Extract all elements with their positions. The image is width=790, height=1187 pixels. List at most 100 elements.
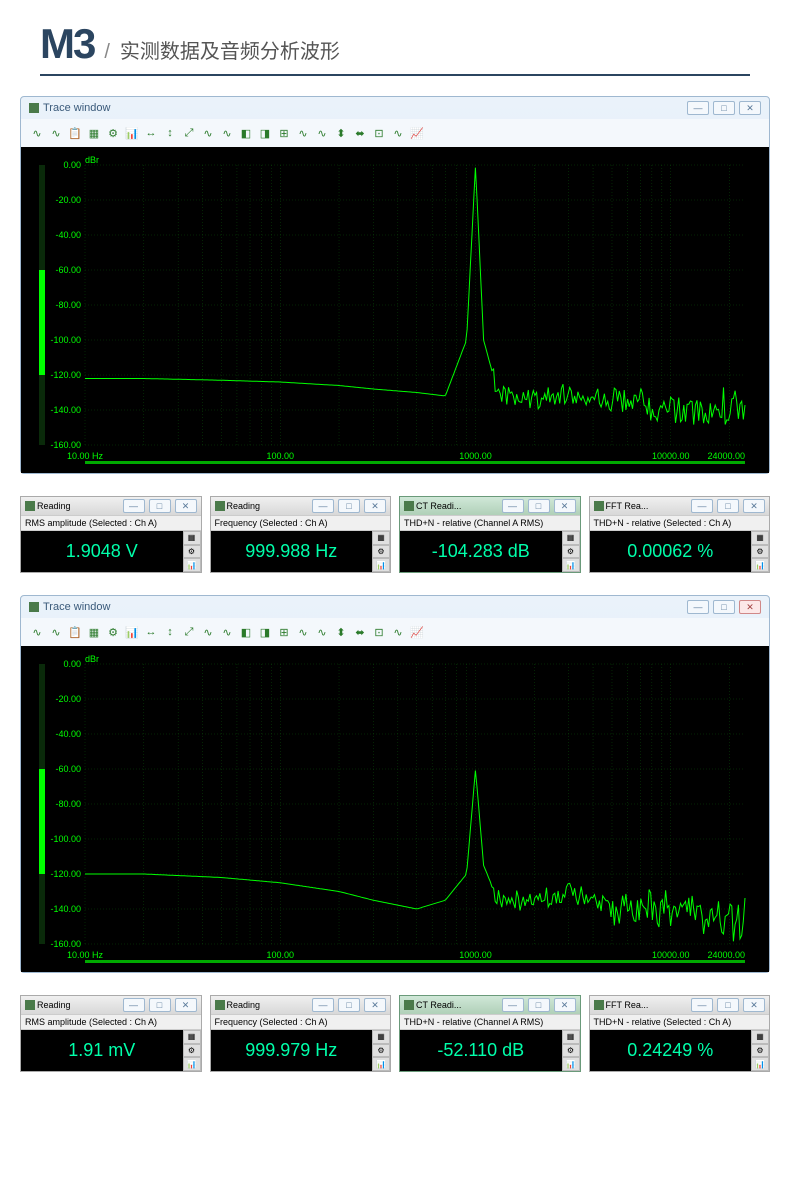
close-button[interactable]: ✕ [554,499,576,513]
side-icon[interactable]: 📊 [751,1057,769,1071]
side-icon[interactable]: 📊 [372,558,390,572]
tool-icon[interactable]: ∿ [314,624,330,640]
tool-icon[interactable]: ↕ [162,624,178,640]
close-button[interactable]: ✕ [743,499,765,513]
tool-icon[interactable]: ⤢ [181,125,197,141]
tool-icon[interactable]: ⊡ [371,624,387,640]
tool-icon[interactable]: 📈 [409,125,425,141]
minimize-button[interactable]: — [123,499,145,513]
tool-icon[interactable]: ∿ [48,125,64,141]
tool-icon[interactable]: ⚙ [105,624,121,640]
tool-icon[interactable]: ↕ [162,125,178,141]
side-icon[interactable]: ▦ [751,531,769,545]
tool-icon[interactable]: ↔ [143,125,159,141]
side-icon[interactable]: ▦ [372,1030,390,1044]
reading-titlebar: CT Readi...—□✕ [400,497,580,515]
reading-title: Reading [37,501,71,511]
side-icon[interactable]: ▦ [372,531,390,545]
minimize-button[interactable]: — [312,998,334,1012]
close-button[interactable]: ✕ [175,499,197,513]
side-icon[interactable]: 📊 [372,1057,390,1071]
maximize-button[interactable]: □ [149,499,171,513]
side-icon[interactable]: ⚙ [372,1044,390,1058]
maximize-button[interactable]: □ [149,998,171,1012]
close-button[interactable]: ✕ [175,998,197,1012]
side-icon[interactable]: ▦ [183,1030,201,1044]
tool-icon[interactable]: ▦ [86,624,102,640]
tool-icon[interactable]: ⊞ [276,125,292,141]
maximize-button[interactable]: □ [338,998,360,1012]
minimize-button[interactable]: — [312,499,334,513]
tool-icon[interactable]: ⬍ [333,125,349,141]
tool-icon[interactable]: ∿ [390,624,406,640]
minimize-button[interactable]: — [502,499,524,513]
tool-icon[interactable]: ∿ [29,125,45,141]
tool-icon[interactable]: ⊞ [276,624,292,640]
window-titlebar: Trace window — □ ✕ [21,596,769,618]
side-icon[interactable]: 📊 [562,558,580,572]
maximize-button[interactable]: □ [528,998,550,1012]
tool-icon[interactable]: ◨ [257,125,273,141]
maximize-button[interactable]: □ [338,499,360,513]
tool-icon[interactable]: ◧ [238,624,254,640]
close-button[interactable]: ✕ [364,998,386,1012]
reading-panel: Reading—□✕Frequency (Selected : Ch A)999… [210,995,392,1072]
maximize-button[interactable]: □ [717,499,739,513]
tool-icon[interactable]: ◧ [238,125,254,141]
tool-icon[interactable]: ∿ [295,125,311,141]
tool-icon[interactable]: ∿ [314,125,330,141]
minimize-button[interactable]: — [691,998,713,1012]
minimize-button[interactable]: — [691,499,713,513]
tool-icon[interactable]: ⊡ [371,125,387,141]
minimize-button[interactable]: — [687,101,709,115]
tool-icon[interactable]: ∿ [390,125,406,141]
side-icon[interactable]: ⚙ [372,545,390,559]
side-icon[interactable]: 📊 [183,1057,201,1071]
tool-icon[interactable]: ∿ [29,624,45,640]
tool-icon[interactable]: ∿ [295,624,311,640]
tool-icon[interactable]: 📊 [124,624,140,640]
maximize-button[interactable]: □ [717,998,739,1012]
tool-icon[interactable]: ⬌ [352,125,368,141]
side-icon[interactable]: ⚙ [562,545,580,559]
close-button[interactable]: ✕ [364,499,386,513]
close-button[interactable]: ✕ [739,600,761,614]
tool-icon[interactable]: ▦ [86,125,102,141]
tool-icon[interactable]: ∿ [48,624,64,640]
side-icon[interactable]: 📊 [183,558,201,572]
side-icon[interactable]: ⚙ [751,545,769,559]
maximize-button[interactable]: □ [528,499,550,513]
tool-icon[interactable]: 📈 [409,624,425,640]
tool-icon[interactable]: ⬌ [352,624,368,640]
tool-icon[interactable]: ◨ [257,624,273,640]
close-button[interactable]: ✕ [739,101,761,115]
side-icon[interactable]: ⚙ [562,1044,580,1058]
side-icon[interactable]: ⚙ [751,1044,769,1058]
close-button[interactable]: ✕ [743,998,765,1012]
tool-icon[interactable]: 📊 [124,125,140,141]
side-icon[interactable]: ⚙ [183,1044,201,1058]
close-button[interactable]: ✕ [554,998,576,1012]
side-icon[interactable]: ▦ [562,531,580,545]
tool-icon[interactable]: ∿ [219,624,235,640]
tool-icon[interactable]: ∿ [219,125,235,141]
side-icon[interactable]: 📊 [562,1057,580,1071]
minimize-button[interactable]: — [123,998,145,1012]
tool-icon[interactable]: ∿ [200,125,216,141]
side-icon[interactable]: ▦ [183,531,201,545]
side-icon[interactable]: ▦ [562,1030,580,1044]
maximize-button[interactable]: □ [713,600,735,614]
tool-icon[interactable]: ⚙ [105,125,121,141]
minimize-button[interactable]: — [687,600,709,614]
maximize-button[interactable]: □ [713,101,735,115]
tool-icon[interactable]: 📋 [67,125,83,141]
tool-icon[interactable]: ⬍ [333,624,349,640]
side-icon[interactable]: ⚙ [183,545,201,559]
side-icon[interactable]: ▦ [751,1030,769,1044]
tool-icon[interactable]: ⤢ [181,624,197,640]
side-icon[interactable]: 📊 [751,558,769,572]
tool-icon[interactable]: ↔ [143,624,159,640]
tool-icon[interactable]: 📋 [67,624,83,640]
minimize-button[interactable]: — [502,998,524,1012]
tool-icon[interactable]: ∿ [200,624,216,640]
